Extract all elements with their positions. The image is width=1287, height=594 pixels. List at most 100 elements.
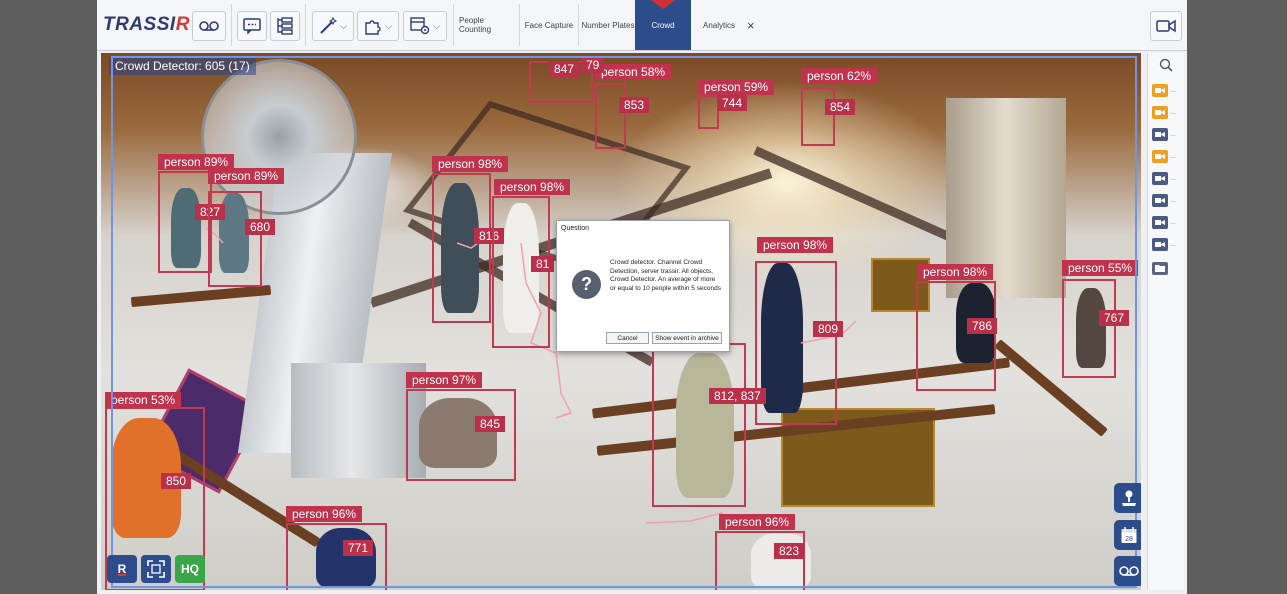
detection-id: 854: [825, 99, 856, 115]
channel-label: ...: [1170, 196, 1176, 204]
tab-number-plates[interactable]: Number Plates: [581, 0, 635, 50]
show-event-in-archive-button[interactable]: Show event in archive: [652, 332, 722, 344]
detection-box[interactable]: [801, 87, 835, 146]
detection-box[interactable]: [652, 343, 746, 507]
calendar-icon: 28: [1121, 527, 1137, 543]
detection-box[interactable]: [715, 531, 805, 590]
detection-id: 81: [531, 256, 555, 272]
chevron-down-icon: ⌵: [340, 20, 347, 31]
detection-box[interactable]: [698, 95, 719, 129]
tape-icon: [199, 21, 219, 31]
detection-id: 771: [343, 540, 374, 556]
dialog-title: Question: [561, 225, 590, 232]
camera-icon: [1152, 237, 1168, 251]
calendar-button[interactable]: 28: [1114, 520, 1141, 550]
search-icon: [1159, 58, 1173, 72]
layout-tree-button[interactable]: [270, 11, 300, 41]
archive-button[interactable]: [192, 11, 226, 41]
search-button[interactable]: [1152, 55, 1180, 75]
detection-id: 847: [549, 61, 580, 77]
joystick-icon: [1122, 490, 1136, 506]
channel-item[interactable]: ...: [1152, 105, 1182, 119]
channel-label: ...: [1170, 108, 1176, 116]
detection-box[interactable]: [286, 523, 387, 590]
cancel-button[interactable]: Cancel: [606, 332, 649, 344]
tab-analytics[interactable]: Analytics: [693, 0, 745, 50]
settings-dropdown[interactable]: ⌵: [403, 11, 447, 41]
detection-id: 79: [581, 57, 605, 73]
detection-label: person 97%: [406, 372, 483, 388]
video-mode-button[interactable]: [1150, 11, 1182, 41]
toolbar-separator: [305, 4, 306, 46]
chevron-down-icon: ⌵: [385, 20, 392, 31]
channel-item[interactable]: ...: [1152, 127, 1182, 141]
channel-item[interactable]: ...: [1152, 237, 1182, 251]
detection-label: person 98%: [494, 179, 571, 195]
puzzle-icon: [365, 20, 381, 35]
record-button[interactable]: R: [107, 555, 137, 583]
detection-box[interactable]: [158, 171, 212, 273]
detection-label: person 96%: [719, 514, 796, 530]
detection-label: person 98%: [432, 156, 509, 172]
detection-label: person 58%: [595, 64, 672, 80]
tab-crowd[interactable]: Crowd: [635, 0, 691, 50]
detection-label: person 98%: [917, 264, 994, 280]
ptz-joystick-button[interactable]: [1114, 483, 1141, 513]
camera-icon: [1152, 83, 1168, 97]
chevron-down-icon: ⌵: [433, 20, 440, 31]
camera-icon: [1152, 105, 1168, 119]
detection-box[interactable]: [406, 389, 516, 481]
settings-window-icon: [410, 17, 430, 35]
crowd-detector-counter: Crowd Detector: 605 (17): [109, 57, 256, 75]
detection-box[interactable]: [432, 173, 491, 323]
question-icon: ?: [572, 270, 601, 299]
channel-item[interactable]: ...: [1152, 83, 1182, 97]
detection-box[interactable]: [208, 191, 262, 287]
detection-id: 744: [717, 95, 748, 111]
tab-label: Analytics: [702, 20, 735, 30]
detection-box[interactable]: [1062, 279, 1116, 378]
detection-id: 823: [774, 543, 805, 559]
calendar-day: 28: [1125, 536, 1133, 543]
fullscreen-icon: [147, 560, 165, 578]
magic-wand-icon: [320, 17, 338, 34]
channel-label: ...: [1170, 174, 1176, 182]
hq-button[interactable]: HQ: [175, 555, 205, 583]
tools-dropdown[interactable]: ⌵: [312, 11, 354, 41]
video-channel-view[interactable]: person 89% 827 person 89% 680 person 98%…: [101, 53, 1141, 590]
channel-item[interactable]: ...: [1152, 149, 1182, 163]
detection-label: person 98%: [757, 237, 834, 253]
detection-id: 767: [1099, 310, 1130, 326]
channel-item[interactable]: ...: [1152, 171, 1182, 185]
detection-box[interactable]: [916, 281, 996, 391]
detection-id: 850: [161, 473, 192, 489]
tab-face-capture[interactable]: Face Capture: [523, 0, 575, 50]
messages-button[interactable]: [237, 11, 267, 41]
toolbar-separator: [453, 4, 454, 46]
tape-icon: [1119, 566, 1139, 576]
fullscreen-button[interactable]: [141, 555, 171, 583]
detection-label: person 62%: [801, 68, 878, 84]
close-tab-icon[interactable]: ×: [747, 18, 755, 33]
hq-label: HQ: [181, 562, 199, 576]
message-icon: [243, 18, 261, 34]
detection-box[interactable]: [755, 261, 837, 425]
top-toolbar: TRASSIR ⌵ ⌵ ⌵ People Counting Face Captu…: [97, 0, 1187, 51]
camera-icon: [1156, 19, 1176, 33]
camera-icon: [1152, 215, 1168, 229]
tab-people-counting[interactable]: People Counting: [459, 0, 515, 50]
folder-item[interactable]: [1152, 261, 1182, 275]
detection-box[interactable]: [595, 83, 626, 149]
dialog-message: Crowd detector. Channel Crowd Detection,…: [610, 259, 721, 292]
detection-box[interactable]: [492, 196, 550, 348]
channel-label: ...: [1170, 86, 1176, 94]
plugins-dropdown[interactable]: ⌵: [357, 11, 399, 41]
detection-label: person 55%: [1062, 260, 1139, 276]
channel-item[interactable]: ...: [1152, 215, 1182, 229]
camera-icon: [1152, 171, 1168, 185]
detection-label: person 53%: [105, 392, 182, 408]
archive-playback-button[interactable]: [1114, 556, 1141, 586]
channel-item[interactable]: ...: [1152, 193, 1182, 207]
camera-icon: [1152, 149, 1168, 163]
toolbar-separator: [231, 4, 232, 46]
